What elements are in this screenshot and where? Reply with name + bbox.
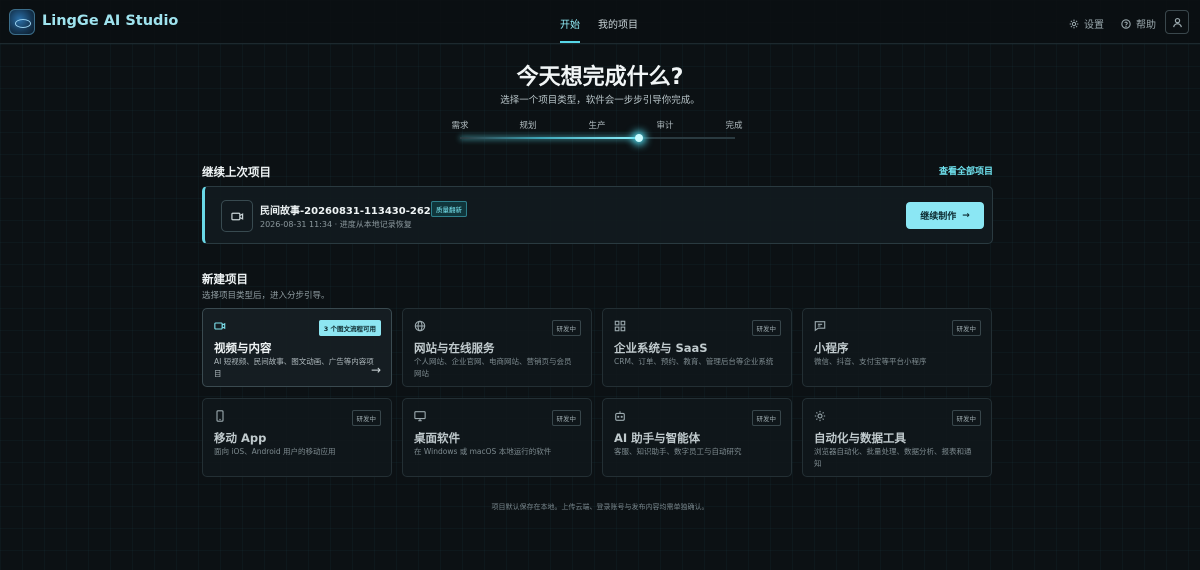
card-description: AI 短视频、民间故事、图文动画、广告等内容项目 (214, 357, 374, 378)
card-badge: 3 个图文流程可用 (318, 320, 381, 336)
new-project-subtitle: 选择项目类型后，进入分步引导。 (202, 291, 330, 301)
step-audit: 审计 (656, 121, 674, 131)
card-title: 视频与内容 (214, 341, 272, 355)
user-icon (1172, 17, 1182, 27)
message-icon (814, 321, 826, 332)
card-title: 自动化与数据工具 (814, 431, 906, 445)
bot-icon (615, 411, 625, 421)
card-title: AI 助手与智能体 (614, 431, 701, 445)
wizard-progress-bar (460, 134, 735, 142)
card-badge: 研发中 (951, 320, 981, 336)
card-title: 企业系统与 SaaS (614, 341, 708, 355)
card-description: 浏览器自动化、批量处理、数据分析、报表和通知 (814, 447, 972, 468)
recent-project-card[interactable]: 民间故事-20260831-113430-262036 质量翻新 2026-08… (202, 186, 993, 244)
app-logo (9, 9, 35, 35)
progress-fill (460, 137, 639, 139)
card-title: 小程序 (814, 341, 849, 355)
recent-project-meta: 2026-08-31 11:34 · 进度从本地记录恢复 (260, 220, 412, 229)
card-description: 微信、抖音、支付宝等平台小程序 (814, 357, 927, 366)
help-button[interactable]: 帮助 (1121, 16, 1156, 31)
arrow-right-icon: → (370, 363, 381, 377)
card-badge: 研发中 (751, 410, 781, 426)
video-icon (214, 322, 226, 330)
project-type-website[interactable]: 研发中 网站与在线服务 个人网站、企业官网、电商网站、营销页与会员网站 (402, 308, 592, 387)
step-production: 生产 (588, 121, 606, 131)
card-description: CRM、订单、预约、教育、管理后台等企业系统 (614, 357, 774, 366)
phone-icon (216, 410, 224, 422)
globe-icon (414, 320, 426, 332)
tab-my-projects[interactable]: 我的项目 (598, 16, 638, 41)
card-title: 移动 App (214, 431, 267, 445)
card-title: 桌面软件 (414, 431, 460, 445)
continue-production-button[interactable]: 继续制作 → (906, 202, 984, 229)
help-icon (1121, 18, 1131, 29)
progress-indicator (634, 134, 643, 142)
user-button[interactable] (1165, 10, 1189, 34)
video-icon (230, 212, 243, 220)
footer-note: 项目默认保存在本地。上传云端、登录账号与发布内容均需单独确认。 (491, 503, 709, 511)
project-type-automation-data[interactable]: 研发中 自动化与数据工具 浏览器自动化、批量处理、数据分析、报表和通知 (802, 398, 992, 477)
tab-start[interactable]: 开始 (560, 16, 580, 43)
gear-icon (1069, 19, 1079, 28)
project-type-desktop-software[interactable]: 研发中 桌面软件 在 Windows 或 macOS 本地运行的软件 (402, 398, 592, 477)
card-description: 个人网站、企业官网、电商网站、营销页与会员网站 (414, 357, 572, 378)
project-type-enterprise-saas[interactable]: 研发中 企业系统与 SaaS CRM、订单、预约、教育、管理后台等企业系统 (602, 308, 792, 387)
recent-project-name: 民间故事-20260831-113430-262036 (260, 206, 452, 217)
project-type-mobile-app[interactable]: 研发中 移动 App 面向 iOS、Android 用户的移动应用 (202, 398, 392, 477)
new-project-section-title: 新建项目 (202, 272, 248, 286)
project-type-video-content[interactable]: 3 个图文流程可用 视频与内容 AI 短视频、民间故事、图文动画、广告等内容项目… (202, 308, 392, 387)
app-title: LingGe AI Studio (42, 13, 179, 29)
page-title: 今天想完成什么? (516, 65, 684, 90)
monitor-icon (414, 411, 426, 422)
card-description: 客服、知识助手、数字员工与自动研究 (614, 447, 742, 456)
card-description: 在 Windows 或 macOS 本地运行的软件 (414, 447, 552, 456)
status-badge: 质量翻新 (431, 201, 467, 217)
step-planning: 规划 (519, 121, 537, 131)
continue-section-title: 继续上次项目 (202, 165, 271, 179)
project-type-ai-assistant[interactable]: 研发中 AI 助手与智能体 客服、知识助手、数字员工与自动研究 (602, 398, 792, 477)
step-complete: 完成 (725, 121, 743, 131)
settings-label: 设置 (1084, 20, 1104, 31)
card-badge: 研发中 (551, 320, 581, 336)
step-requirements: 需求 (451, 121, 469, 131)
card-title: 网站与在线服务 (414, 341, 495, 355)
card-badge: 研发中 (551, 410, 581, 426)
settings-button[interactable]: 设置 (1069, 16, 1104, 31)
project-thumb (221, 200, 253, 232)
sun-icon (814, 410, 826, 422)
view-all-projects-link[interactable]: 查看全部项目 (893, 164, 993, 177)
card-badge: 研发中 (351, 410, 381, 426)
grid-icon (614, 320, 626, 332)
card-badge: 研发中 (951, 410, 981, 426)
project-type-mini-program[interactable]: 研发中 小程序 微信、抖音、支付宝等平台小程序 (802, 308, 992, 387)
card-badge: 研发中 (751, 320, 781, 336)
arrow-right-icon: → (962, 210, 970, 221)
page-subtitle: 选择一个项目类型，软件会一步步引导你完成。 (500, 95, 700, 106)
help-label: 帮助 (1136, 20, 1156, 31)
continue-button-label: 继续制作 (920, 212, 957, 222)
top-bar: LingGe AI Studio 开始 我的项目 设置 帮助 (0, 0, 1200, 44)
card-description: 面向 iOS、Android 用户的移动应用 (214, 447, 336, 456)
